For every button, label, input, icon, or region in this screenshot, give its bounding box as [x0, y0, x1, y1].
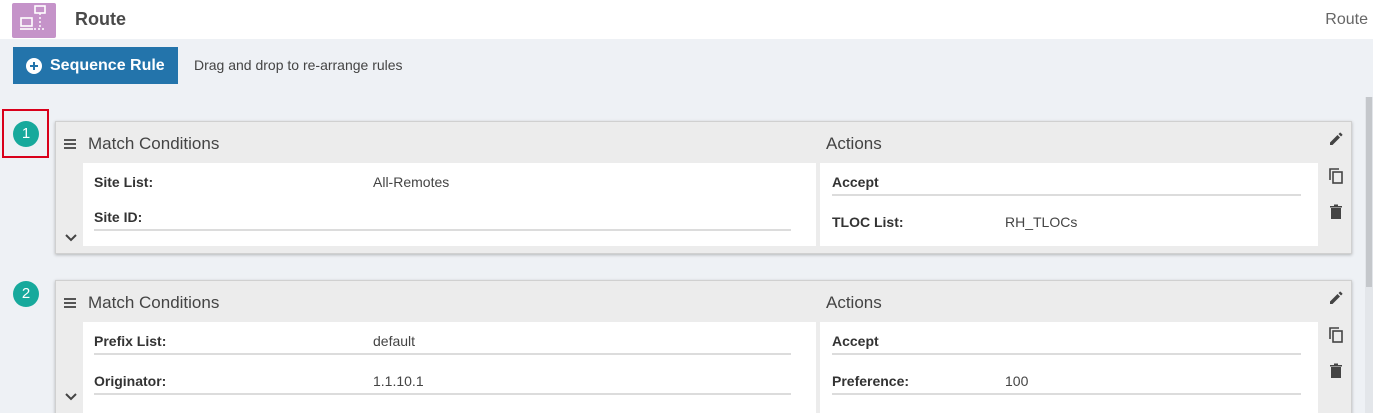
trash-icon[interactable] [1327, 362, 1345, 380]
page-header: Route Route [0, 0, 1373, 39]
sequence-rule-label: Sequence Rule [50, 56, 165, 74]
highlight-box [2, 109, 49, 158]
action-label: Preference: [832, 373, 910, 389]
vertical-scrollbar[interactable] [1365, 97, 1373, 413]
plus-circle-icon [26, 57, 42, 74]
match-field-value: All-Remotes [373, 174, 450, 190]
add-sequence-rule-button[interactable]: Sequence Rule [13, 47, 178, 84]
match-conditions-title: Match Conditions [88, 134, 220, 153]
rule-number-badge: 2 [13, 281, 39, 307]
action-label: TLOC List: [832, 214, 904, 230]
chevron-down-icon[interactable] [64, 392, 78, 402]
edit-icon[interactable] [1327, 130, 1345, 148]
match-field-label: Prefix List: [94, 333, 167, 349]
breadcrumb: Route [1325, 11, 1368, 28]
match-field-value: default [373, 333, 416, 349]
field-underline [94, 229, 791, 231]
copy-icon[interactable] [1327, 326, 1345, 344]
actions-title: Actions [826, 134, 882, 153]
drag-handle-icon[interactable] [64, 139, 76, 149]
match-conditions-panel: Site List: All-Remotes Site ID: [83, 163, 816, 246]
field-underline [94, 393, 791, 395]
copy-icon[interactable] [1327, 167, 1345, 185]
chevron-down-icon[interactable] [64, 233, 78, 243]
drag-hint-text: Drag and drop to re-arrange rules [194, 57, 403, 73]
drag-handle-icon[interactable] [64, 298, 76, 308]
sequence-rule-card[interactable]: Match Conditions Actions Prefix List: de… [55, 280, 1352, 413]
action-value: 100 [1005, 373, 1029, 389]
action-value: RH_TLOCs [1005, 214, 1078, 230]
sequence-rule-card[interactable]: Match Conditions Actions Site List: All-… [55, 121, 1352, 254]
route-network-icon [12, 3, 56, 38]
field-underline [832, 393, 1301, 395]
match-field-label: Site List: [94, 174, 154, 190]
match-conditions-title: Match Conditions [88, 293, 220, 312]
scrollbar-thumb[interactable] [1366, 97, 1372, 287]
field-underline [94, 353, 791, 355]
match-field-label: Site ID: [94, 209, 143, 225]
match-field-value: 1.1.10.1 [373, 373, 424, 389]
field-underline [832, 353, 1301, 355]
actions-title: Actions [826, 293, 882, 312]
action-label: Accept [832, 174, 879, 190]
actions-panel: Accept Preference: 100 [820, 322, 1318, 413]
page-title: Route [75, 9, 126, 29]
match-field-label: Originator: [94, 373, 167, 389]
field-underline [832, 194, 1301, 196]
match-conditions-panel: Prefix List: default Originator: 1.1.10.… [83, 322, 816, 413]
actions-panel: Accept TLOC List: RH_TLOCs [820, 163, 1318, 246]
action-label: Accept [832, 333, 879, 349]
edit-icon[interactable] [1327, 289, 1345, 307]
trash-icon[interactable] [1327, 203, 1345, 221]
